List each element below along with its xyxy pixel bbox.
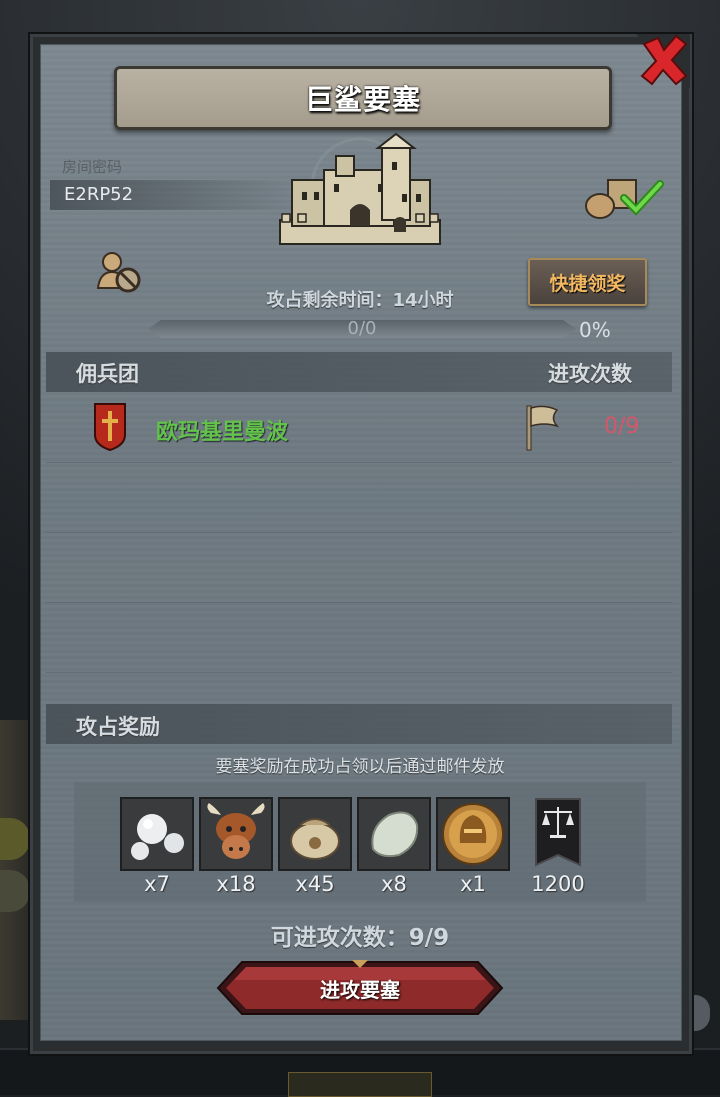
reward-qty: 1200 [531, 872, 585, 896]
loot-claimed-icon [584, 174, 666, 226]
reward-item-cattle[interactable] [199, 797, 273, 871]
cow-icon [201, 799, 271, 869]
room-code-value: E2RP52 [64, 184, 134, 205]
reward-qty: x7 [144, 872, 170, 896]
mercenary-row[interactable] [46, 394, 672, 463]
player-blocked-icon[interactable] [96, 250, 144, 300]
mercenary-attack-count: 0/9 [604, 414, 640, 439]
quick-claim-label: 快捷领奖 [549, 272, 626, 295]
progress-text: 0/0 [347, 318, 377, 339]
reward-item-stone[interactable] [357, 797, 431, 871]
mercenary-section-label: 佣兵团 [76, 362, 139, 386]
reward-item-helmet-medal[interactable] [436, 797, 510, 871]
attack-count-header: 进攻次数 [548, 362, 632, 386]
reward-qty: x45 [295, 872, 335, 896]
dialog-title: 巨鲨要塞 [304, 83, 421, 116]
guild-shield-icon [94, 403, 126, 455]
rewards-mail-note: 要塞奖励在成功占领以后通过邮件发放 [215, 757, 505, 777]
close-button[interactable] [636, 34, 690, 88]
reward-qty: x18 [216, 872, 256, 896]
close-icon [636, 34, 690, 88]
reward-item-justice[interactable] [520, 797, 596, 871]
empty-row [46, 464, 672, 533]
justice-banner-icon [535, 798, 581, 867]
time-remaining: 攻占剩余时间：14小时 [266, 290, 454, 311]
grain-sack-icon [280, 799, 350, 869]
fortress-icon [278, 132, 442, 254]
quick-claim-button[interactable]: 快捷领奖 [528, 258, 647, 306]
attack-button-label: 进攻要塞 [320, 977, 400, 1002]
reward-item-grain[interactable] [278, 797, 352, 871]
remaining-attacks: 可进攻次数：9/9 [270, 925, 450, 951]
white-stone-icon [359, 799, 429, 869]
title-banner: 巨鲨要塞 [114, 66, 612, 130]
reward-qty: x8 [381, 872, 407, 896]
golden-helmet-icon [438, 799, 508, 869]
map-compass-tab[interactable] [288, 1072, 432, 1097]
reward-item-pearls[interactable] [120, 797, 194, 871]
empty-row [46, 604, 672, 673]
progress-percent: 0% [579, 318, 611, 342]
rewards-section-label: 攻占奖励 [76, 715, 160, 739]
pearls-icon [122, 799, 192, 869]
mercenary-name: 欧玛基里曼波 [156, 420, 289, 445]
reward-qty: x1 [460, 872, 486, 896]
flag-icon [524, 404, 560, 456]
room-code-label: 房间密码 [62, 158, 123, 176]
empty-row [46, 534, 672, 603]
